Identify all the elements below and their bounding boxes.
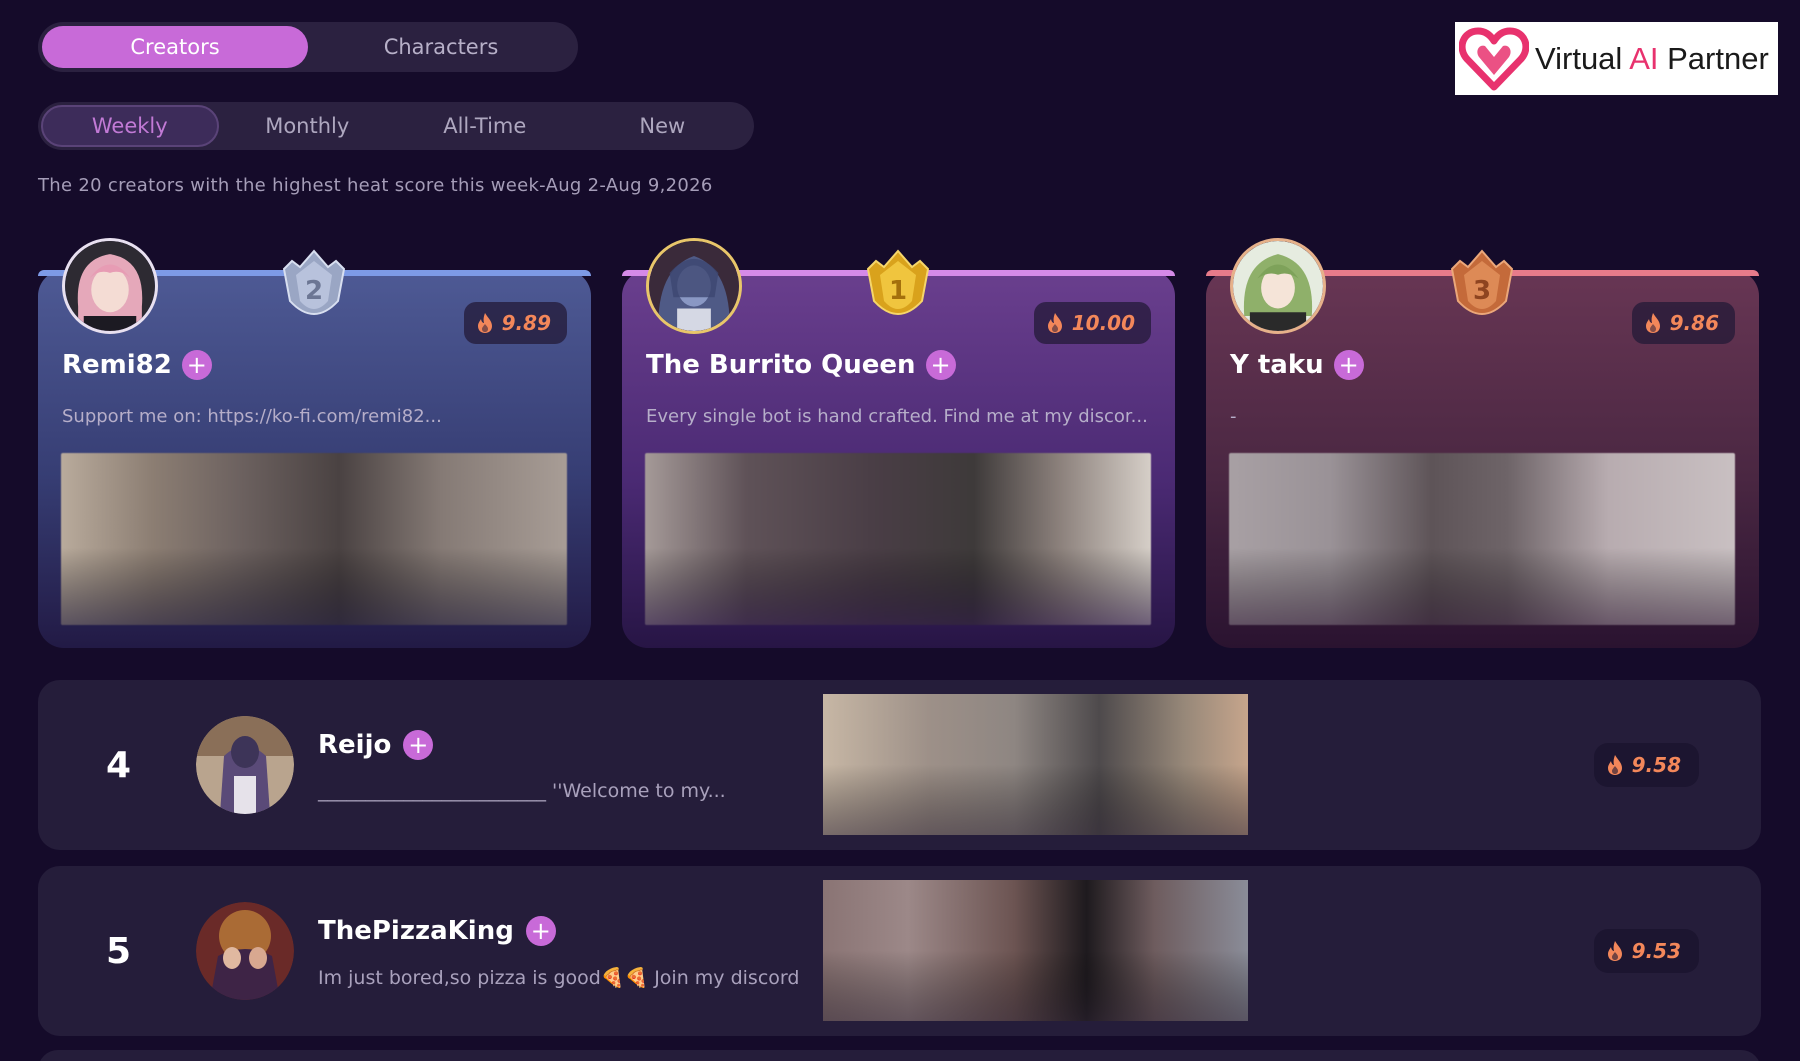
creator-name[interactable]: The Burrito Queen bbox=[646, 350, 916, 380]
medal-rank: 1 bbox=[889, 276, 907, 306]
follow-plus-icon[interactable]: + bbox=[1333, 350, 1364, 380]
heat-score: 9.86 bbox=[1669, 311, 1719, 335]
creator-name-line: The Burrito Queen + bbox=[646, 350, 956, 380]
heat-score: 10.00 bbox=[1071, 311, 1135, 335]
creator-name[interactable]: Reijo bbox=[318, 730, 391, 760]
tab-new[interactable]: New bbox=[574, 105, 752, 147]
podium-card-rank-3[interactable]: 3 9.86 Y taku + - bbox=[1206, 238, 1759, 648]
heat-score: 9.89 bbox=[501, 311, 551, 335]
main-tab-bar: Creators Characters bbox=[38, 22, 578, 72]
podium-card-rank-1[interactable]: 1 10.00 The Burrito Queen + Every single… bbox=[622, 238, 1175, 648]
tab-all-time[interactable]: All-Time bbox=[396, 105, 574, 147]
medal-rank: 3 bbox=[1473, 276, 1491, 306]
period-tab-bar: Weekly Monthly All-Time New bbox=[38, 102, 754, 150]
creator-name[interactable]: Remi82 bbox=[62, 350, 172, 380]
creator-bio: ________________________ ''Welcome to my… bbox=[318, 780, 726, 802]
flame-icon bbox=[1645, 313, 1660, 333]
creator-bio: - bbox=[1230, 406, 1237, 427]
flame-icon bbox=[1607, 755, 1622, 775]
leaderboard-subtitle: The 20 creators with the highest heat sc… bbox=[38, 175, 713, 196]
tab-characters[interactable]: Characters bbox=[308, 26, 574, 68]
follow-plus-icon[interactable]: + bbox=[525, 916, 556, 946]
heat-score-badge: 9.58 bbox=[1593, 743, 1699, 787]
character-preview-strip[interactable] bbox=[823, 694, 1248, 835]
avatar[interactable] bbox=[62, 238, 158, 334]
character-preview-strip[interactable] bbox=[823, 880, 1248, 1021]
character-preview-strip[interactable] bbox=[61, 453, 567, 625]
tab-creators[interactable]: Creators bbox=[42, 26, 308, 68]
follow-plus-icon[interactable]: + bbox=[925, 350, 956, 380]
creator-bio: Im just bored,so pizza is good🍕🍕 Join my… bbox=[318, 967, 800, 989]
tab-weekly[interactable]: Weekly bbox=[41, 105, 219, 147]
podium-card-rank-2[interactable]: 2 9.89 Remi82 + Support me on: https://k… bbox=[38, 238, 591, 648]
avatar[interactable] bbox=[646, 238, 742, 334]
brand-logo[interactable]: Virtual AI Partner bbox=[1455, 22, 1778, 95]
avatar[interactable] bbox=[196, 716, 294, 814]
heat-score-badge: 9.53 bbox=[1593, 929, 1699, 973]
leaderboard-row-partial[interactable] bbox=[38, 1050, 1761, 1061]
heat-score: 9.53 bbox=[1631, 939, 1681, 963]
heat-score-badge: 9.86 bbox=[1631, 302, 1735, 344]
leaderboard-row-rank-4[interactable]: 4 Reijo + ________________________ ''Wel… bbox=[38, 680, 1761, 850]
creator-name[interactable]: ThePizzaKing bbox=[318, 916, 514, 946]
creator-name-line: Y taku + bbox=[1230, 350, 1364, 380]
rank-number: 5 bbox=[106, 930, 132, 972]
creator-name-line: ThePizzaKing + bbox=[318, 916, 556, 946]
creator-name-line: Remi82 + bbox=[62, 350, 212, 380]
creator-bio: Every single bot is hand crafted. Find m… bbox=[646, 406, 1148, 427]
silver-medal-icon: 2 bbox=[282, 249, 346, 315]
follow-plus-icon[interactable]: + bbox=[403, 730, 434, 760]
flame-icon bbox=[1607, 941, 1622, 961]
brand-name: Virtual AI Partner bbox=[1535, 40, 1769, 76]
avatar[interactable] bbox=[1230, 238, 1326, 334]
creator-bio: Support me on: https://ko-fi.com/remi82.… bbox=[62, 406, 442, 427]
avatar[interactable] bbox=[196, 902, 294, 1000]
heat-score-badge: 9.89 bbox=[463, 302, 567, 344]
heat-score: 9.58 bbox=[1631, 753, 1681, 777]
heart-logo-icon bbox=[1459, 27, 1529, 90]
creator-name[interactable]: Y taku bbox=[1230, 350, 1324, 380]
leaderboard-row-rank-5[interactable]: 5 ThePizzaKing + Im just bored,so pizza … bbox=[38, 866, 1761, 1036]
bronze-medal-icon: 3 bbox=[1450, 249, 1514, 315]
character-preview-strip[interactable] bbox=[1229, 453, 1735, 625]
follow-plus-icon[interactable]: + bbox=[181, 350, 212, 380]
tab-monthly[interactable]: Monthly bbox=[219, 105, 397, 147]
character-preview-strip[interactable] bbox=[645, 453, 1151, 625]
medal-rank: 2 bbox=[305, 276, 323, 306]
flame-icon bbox=[1047, 313, 1062, 333]
heat-score-badge: 10.00 bbox=[1033, 302, 1151, 344]
flame-icon bbox=[477, 313, 492, 333]
gold-medal-icon: 1 bbox=[866, 249, 930, 315]
rank-number: 4 bbox=[106, 744, 132, 786]
creator-name-line: Reijo + bbox=[318, 730, 434, 760]
